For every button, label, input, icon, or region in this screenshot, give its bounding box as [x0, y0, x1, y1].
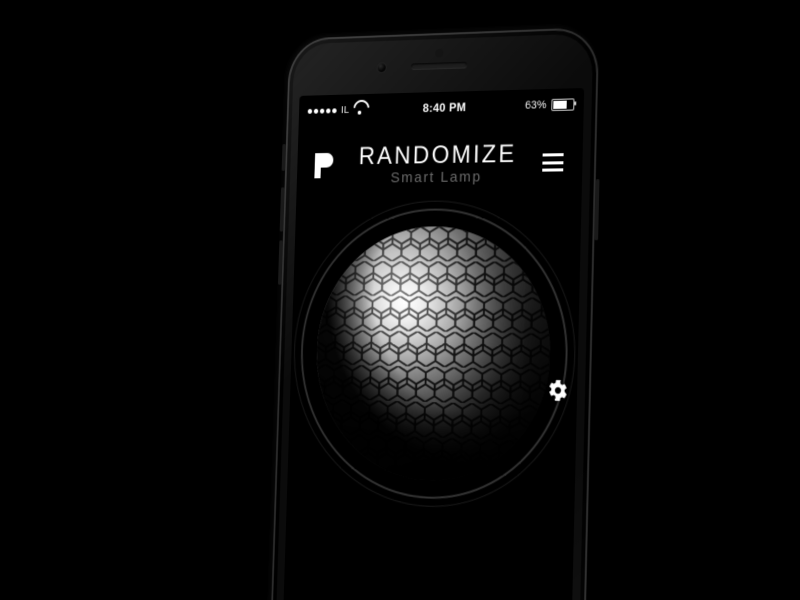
- clock: 8:40 PM: [423, 100, 467, 115]
- battery-percent: 63%: [525, 99, 547, 112]
- battery-icon: [551, 98, 574, 111]
- app-screen: IL 8:40 PM 63% RANDOMIZE Smart Lamp: [282, 88, 584, 600]
- mute-switch[interactable]: [282, 144, 286, 171]
- front-camera: [378, 63, 386, 72]
- menu-icon: [543, 153, 564, 156]
- wifi-icon: [354, 105, 367, 115]
- lamp-control[interactable]: [297, 208, 571, 505]
- settings-button[interactable]: [547, 379, 569, 402]
- power-button[interactable]: [594, 179, 599, 240]
- volume-up-button[interactable]: [280, 187, 285, 231]
- battery-fill: [553, 101, 566, 109]
- menu-button[interactable]: [542, 153, 563, 171]
- gear-icon: [547, 379, 569, 402]
- earpiece-speaker: [411, 62, 468, 71]
- bottom-fade: [282, 533, 574, 600]
- volume-down-button[interactable]: [278, 240, 283, 284]
- phone-device: IL 8:40 PM 63% RANDOMIZE Smart Lamp: [267, 27, 599, 600]
- carrier-label: IL: [341, 104, 350, 116]
- app-header: RANDOMIZE Smart Lamp: [297, 116, 584, 192]
- scene: IL 8:40 PM 63% RANDOMIZE Smart Lamp: [0, 0, 800, 600]
- page-title: RANDOMIZE Smart Lamp: [358, 142, 517, 186]
- proximity-sensor: [435, 49, 443, 58]
- signal-strength-icon: [308, 108, 337, 114]
- title-sub: Smart Lamp: [358, 169, 516, 186]
- title-main: RANDOMIZE: [358, 142, 516, 169]
- brand-logo-icon[interactable]: [314, 153, 334, 178]
